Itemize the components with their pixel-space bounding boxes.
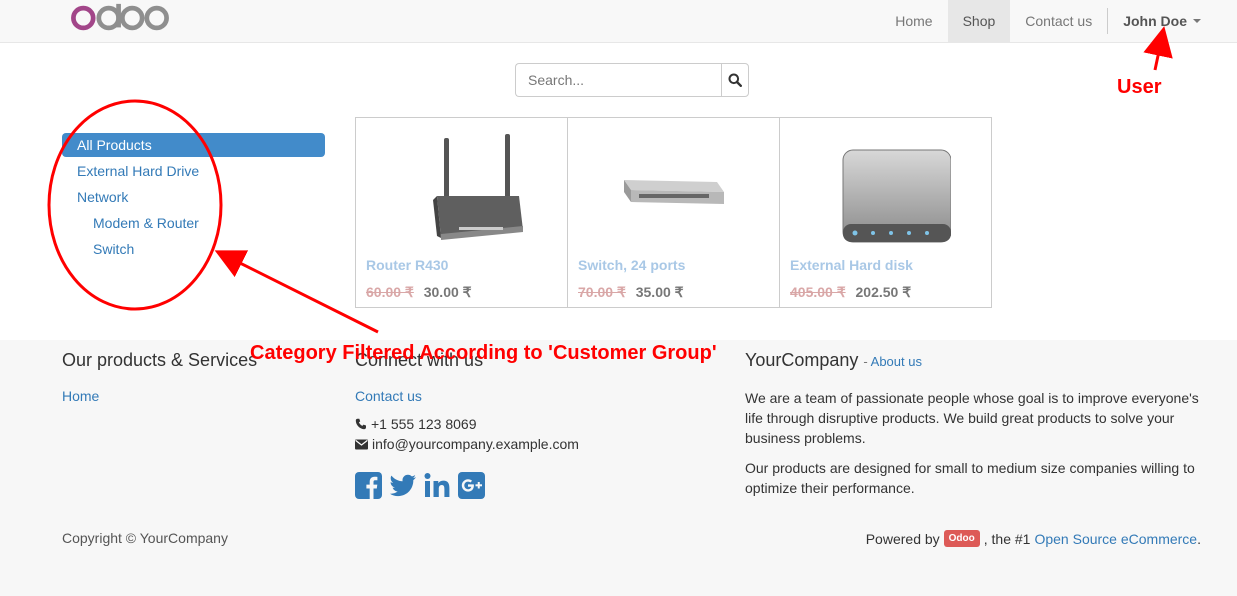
product-name[interactable]: Router R430 bbox=[366, 257, 448, 273]
current-price: 30.00 ₹ bbox=[423, 284, 472, 300]
top-navbar: Home Shop Contact us John Doe bbox=[0, 0, 1237, 43]
open-source-ecommerce-link[interactable]: Open Source eCommerce bbox=[1034, 531, 1197, 547]
search-input[interactable] bbox=[515, 63, 721, 97]
company-name: YourCompany bbox=[745, 350, 859, 370]
nav-shop[interactable]: Shop bbox=[947, 0, 1011, 42]
main-nav: Home Shop Contact us John Doe bbox=[880, 0, 1237, 42]
phone-icon bbox=[355, 418, 366, 430]
footer-col-connect: Connect with us Contact us +1 555 123 80… bbox=[355, 348, 715, 499]
old-price: 405.00 ₹ bbox=[790, 284, 846, 300]
current-price: 202.50 ₹ bbox=[855, 284, 912, 300]
category-switch[interactable]: Switch bbox=[62, 237, 325, 261]
category-modem-router[interactable]: Modem & Router bbox=[62, 211, 325, 235]
phone-line: +1 555 123 8069 bbox=[355, 414, 715, 434]
product-name[interactable]: Switch, 24 ports bbox=[578, 257, 685, 273]
social-links bbox=[355, 472, 715, 499]
powered-mid: , the #1 bbox=[983, 530, 1031, 547]
about-dash: - bbox=[863, 354, 871, 369]
powered-suffix: . bbox=[1197, 530, 1201, 547]
current-price: 35.00 ₹ bbox=[635, 284, 684, 300]
user-annotation-label: User bbox=[1117, 76, 1162, 98]
old-price: 70.00 ₹ bbox=[578, 284, 626, 300]
product-price: 70.00 ₹ 35.00 ₹ bbox=[578, 284, 684, 301]
footer-link-home[interactable]: Home bbox=[62, 388, 332, 404]
hard-disk-image[interactable] bbox=[780, 130, 991, 250]
twitter-icon[interactable] bbox=[389, 472, 417, 499]
search-button[interactable] bbox=[721, 63, 749, 97]
nav-home[interactable]: Home bbox=[880, 0, 947, 42]
google-plus-icon[interactable] bbox=[458, 472, 485, 499]
product-card[interactable]: Switch, 24 ports 70.00 ₹ 35.00 ₹ bbox=[568, 118, 780, 307]
company-description-2: Our products are designed for small to m… bbox=[745, 460, 1195, 496]
company-description-1: We are a team of passionate people whose… bbox=[745, 390, 1199, 446]
product-card[interactable]: External Hard disk 405.00 ₹ 202.50 ₹ bbox=[780, 118, 991, 307]
category-list: All Products External Hard Drive Network… bbox=[62, 133, 325, 263]
about-us-link[interactable]: About us bbox=[871, 354, 922, 369]
powered-prefix: Powered by bbox=[865, 530, 940, 547]
footer: Our products & Services Home Connect wit… bbox=[0, 340, 1237, 596]
router-image[interactable] bbox=[356, 130, 567, 250]
category-annotation-label: Category Filtered According to 'Customer… bbox=[250, 342, 717, 364]
product-card[interactable]: Router R430 60.00 ₹ 30.00 ₹ bbox=[356, 118, 568, 307]
category-network[interactable]: Network bbox=[62, 185, 325, 209]
phone-number: +1 555 123 8069 bbox=[371, 416, 477, 432]
linkedin-icon[interactable] bbox=[424, 472, 451, 499]
search-form bbox=[515, 63, 749, 97]
email-line: info@yourcompany.example.com bbox=[355, 434, 715, 454]
search-icon bbox=[728, 73, 742, 87]
email-address: info@yourcompany.example.com bbox=[372, 436, 579, 452]
envelope-icon bbox=[355, 439, 368, 449]
odoo-logo[interactable] bbox=[66, 2, 174, 34]
old-price: 60.00 ₹ bbox=[366, 284, 414, 300]
product-price: 405.00 ₹ 202.50 ₹ bbox=[790, 284, 911, 301]
product-name[interactable]: External Hard disk bbox=[790, 257, 913, 273]
facebook-icon[interactable] bbox=[355, 472, 382, 499]
category-external-hard-drive[interactable]: External Hard Drive bbox=[62, 159, 325, 183]
powered-by: Powered by Odoo , the #1 Open Source eCo… bbox=[866, 530, 1201, 547]
footer-col-company: YourCompany - About us We are a team of … bbox=[745, 348, 1215, 498]
odoo-badge[interactable]: Odoo bbox=[943, 530, 980, 547]
user-name: John Doe bbox=[1123, 13, 1187, 29]
switch-image[interactable] bbox=[568, 130, 779, 250]
product-grid: Router R430 60.00 ₹ 30.00 ₹ Switch, 24 p… bbox=[355, 117, 992, 308]
copyright-text: Copyright © YourCompany bbox=[62, 530, 228, 546]
nav-contact-us[interactable]: Contact us bbox=[1010, 0, 1107, 42]
caret-down-icon bbox=[1193, 19, 1201, 23]
user-menu[interactable]: John Doe bbox=[1108, 0, 1237, 42]
category-all-products[interactable]: All Products bbox=[62, 133, 325, 157]
footer-link-contact-us[interactable]: Contact us bbox=[355, 388, 715, 404]
footer-heading-company: YourCompany - About us bbox=[745, 348, 1215, 372]
product-price: 60.00 ₹ 30.00 ₹ bbox=[366, 284, 472, 301]
